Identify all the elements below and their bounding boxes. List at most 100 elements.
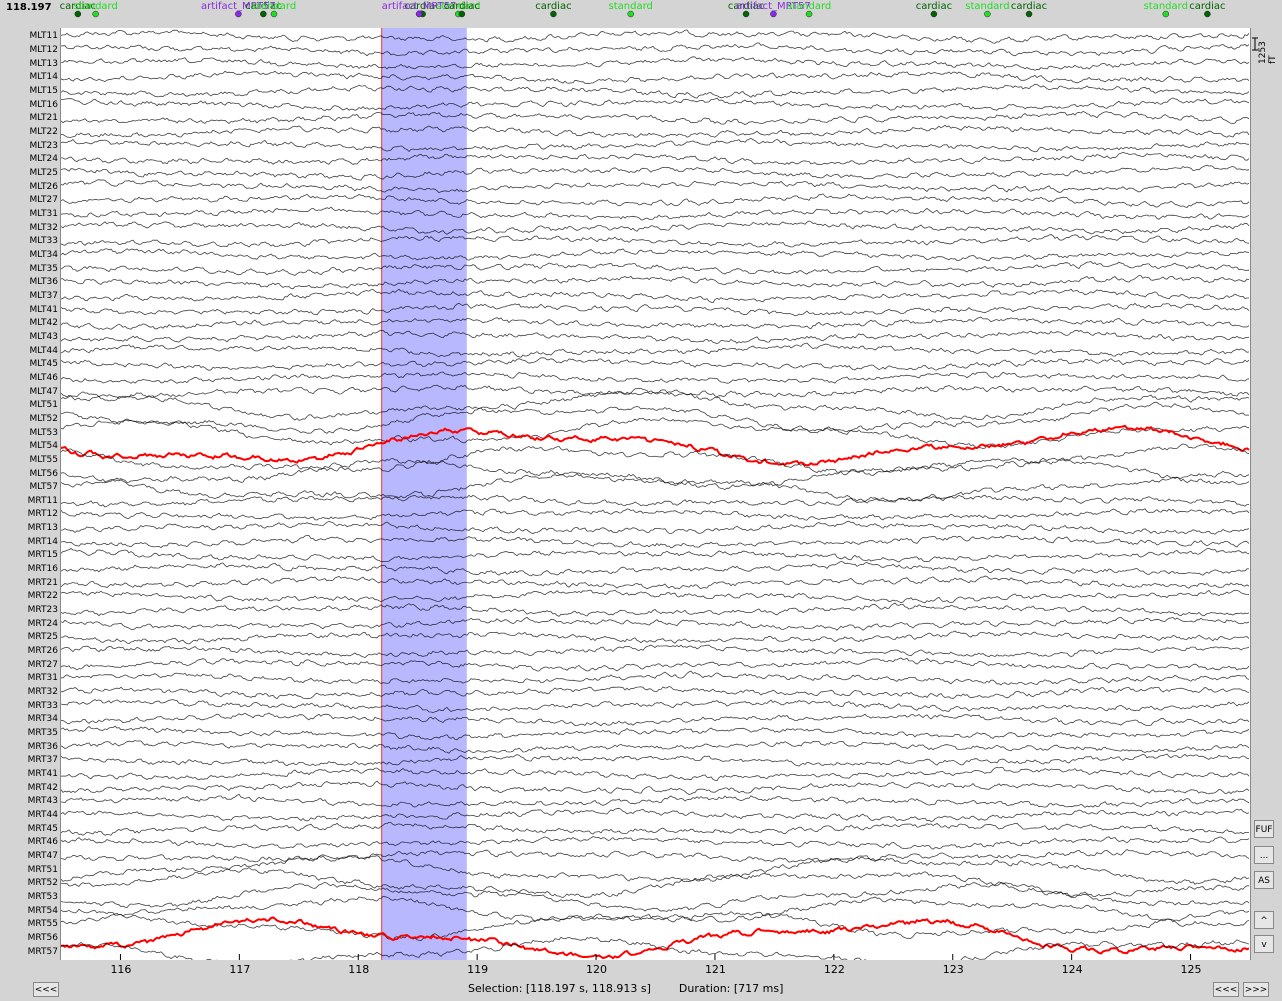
page-forward-button[interactable]: >>>: [1243, 982, 1269, 997]
trace-mrt56[interactable]: [61, 916, 1250, 960]
trace-mlt34[interactable]: [61, 248, 1250, 262]
trace-mrt16[interactable]: [61, 561, 1250, 577]
channel-label-mlt45: MLT45: [29, 359, 59, 370]
selection-status: Selection: [118.197 s, 118.913 s] Durati…: [468, 982, 783, 995]
trace-mlt32[interactable]: [61, 220, 1250, 235]
trace-mrt37[interactable]: [61, 753, 1250, 767]
trace-mlt13[interactable]: [61, 56, 1250, 71]
trace-mrt24[interactable]: [61, 616, 1250, 631]
trace-mrt22[interactable]: [61, 589, 1250, 604]
more-options-button[interactable]: ...: [1254, 846, 1274, 864]
trace-mlt27[interactable]: [61, 193, 1250, 208]
trace-mrt33[interactable]: [61, 699, 1250, 714]
full-fit-button[interactable]: FUF: [1254, 820, 1274, 838]
trace-mrt51[interactable]: [61, 854, 1250, 885]
trace-mlt44[interactable]: [61, 342, 1250, 358]
trace-mrt42[interactable]: [61, 780, 1250, 795]
trace-mlt14[interactable]: [61, 70, 1250, 85]
trace-mrt26[interactable]: [61, 644, 1250, 659]
page-back-button[interactable]: <<<: [33, 982, 59, 997]
trace-mlt35[interactable]: [61, 261, 1250, 276]
channel-label-mrt33: MRT33: [27, 700, 58, 711]
trace-mlt57[interactable]: [61, 470, 1250, 502]
event-label-standard: standard: [609, 1, 653, 12]
time-tick-117: 117: [229, 963, 251, 976]
channel-label-mrt37: MRT37: [27, 755, 58, 766]
channel-label-mlt54: MLT54: [29, 441, 59, 452]
channel-label-mlt46: MLT46: [29, 372, 59, 383]
channel-label-mrt44: MRT44: [27, 810, 58, 821]
trace-mrt46[interactable]: [61, 836, 1250, 850]
trace-mlt47[interactable]: [61, 384, 1250, 399]
channel-label-mrt46: MRT46: [27, 837, 58, 848]
channel-label-mrt13: MRT13: [27, 523, 58, 534]
trace-mlt24[interactable]: [61, 151, 1250, 166]
trace-mlt21[interactable]: [61, 111, 1250, 125]
trace-mrt36[interactable]: [61, 739, 1250, 754]
trace-mlt25[interactable]: [61, 164, 1250, 181]
trace-mrt15[interactable]: [61, 547, 1250, 563]
event-label-cardiac: cardiac: [535, 1, 571, 12]
trace-mlt45[interactable]: [61, 357, 1250, 371]
trace-mlt43[interactable]: [61, 329, 1250, 345]
trace-mlt41[interactable]: [61, 302, 1250, 317]
trace-mrt34[interactable]: [61, 712, 1250, 727]
autoscale-button[interactable]: AS: [1254, 871, 1274, 889]
trace-mlt33[interactable]: [61, 234, 1250, 248]
trace-mrt52[interactable]: [61, 866, 1249, 899]
signal-plot-area[interactable]: [60, 28, 1251, 960]
time-tick-120: 120: [586, 963, 608, 976]
selection-band[interactable]: [381, 28, 467, 960]
channel-label-mrt45: MRT45: [27, 823, 58, 834]
channel-label-mrt12: MRT12: [27, 509, 58, 520]
trace-mlt15[interactable]: [61, 83, 1250, 99]
trace-mrt13[interactable]: [61, 520, 1250, 535]
trace-mrt27[interactable]: [61, 657, 1250, 672]
step-back-button[interactable]: <<<: [1213, 982, 1239, 997]
trace-mlt56[interactable]: [61, 457, 1250, 491]
trace-mlt26[interactable]: [61, 179, 1250, 194]
scroll-up-button[interactable]: ^: [1254, 911, 1274, 929]
trace-mrt43[interactable]: [61, 793, 1250, 808]
trace-mrt41[interactable]: [61, 766, 1250, 782]
trace-mrt55[interactable]: [61, 908, 1250, 942]
trace-mrt14[interactable]: [61, 535, 1250, 549]
trace-mlt31[interactable]: [61, 206, 1250, 221]
trace-mlt16[interactable]: [61, 97, 1250, 112]
trace-mrt44[interactable]: [61, 807, 1250, 822]
channel-label-mlt37: MLT37: [29, 290, 59, 301]
trace-mrt45[interactable]: [61, 821, 1250, 836]
trace-mrt23[interactable]: [61, 602, 1250, 617]
trace-mlt36[interactable]: [61, 275, 1250, 290]
trace-mrt47[interactable]: [61, 849, 1250, 863]
channel-label-mrt31: MRT31: [27, 673, 58, 684]
trace-mlt12[interactable]: [61, 42, 1250, 57]
trace-mrt35[interactable]: [61, 725, 1250, 741]
channel-label-mrt24: MRT24: [27, 618, 58, 629]
trace-mlt46[interactable]: [61, 371, 1250, 384]
channel-label-mlt57: MLT57: [29, 482, 59, 493]
event-label-cardiac: cardiac: [1189, 1, 1225, 12]
trace-mrt12[interactable]: [61, 508, 1250, 521]
trace-mrt21[interactable]: [61, 575, 1250, 590]
trace-mrt32[interactable]: [61, 686, 1250, 700]
trace-mrt25[interactable]: [61, 630, 1250, 645]
channel-label-mlt13: MLT13: [29, 58, 59, 69]
trace-mlt54[interactable]: [61, 424, 1250, 467]
trace-mlt51[interactable]: [61, 387, 1250, 421]
trace-mlt52[interactable]: [61, 401, 1250, 434]
channel-label-mlt43: MLT43: [29, 331, 59, 342]
event-label-standard: standard: [787, 1, 831, 12]
trace-mlt22[interactable]: [61, 124, 1250, 138]
trace-mrt31[interactable]: [61, 670, 1250, 686]
trace-mlt37[interactable]: [61, 288, 1249, 304]
trace-mlt55[interactable]: [61, 443, 1250, 476]
trace-mlt23[interactable]: [61, 137, 1250, 153]
trace-mlt11[interactable]: [61, 29, 1250, 44]
channel-label-mrt57: MRT57: [27, 946, 58, 957]
channel-label-mlt22: MLT22: [29, 126, 59, 137]
channel-label-mrt56: MRT56: [27, 933, 58, 944]
signal-traces[interactable]: [61, 28, 1250, 960]
trace-mlt42[interactable]: [61, 316, 1250, 330]
scroll-down-button[interactable]: v: [1254, 935, 1274, 953]
